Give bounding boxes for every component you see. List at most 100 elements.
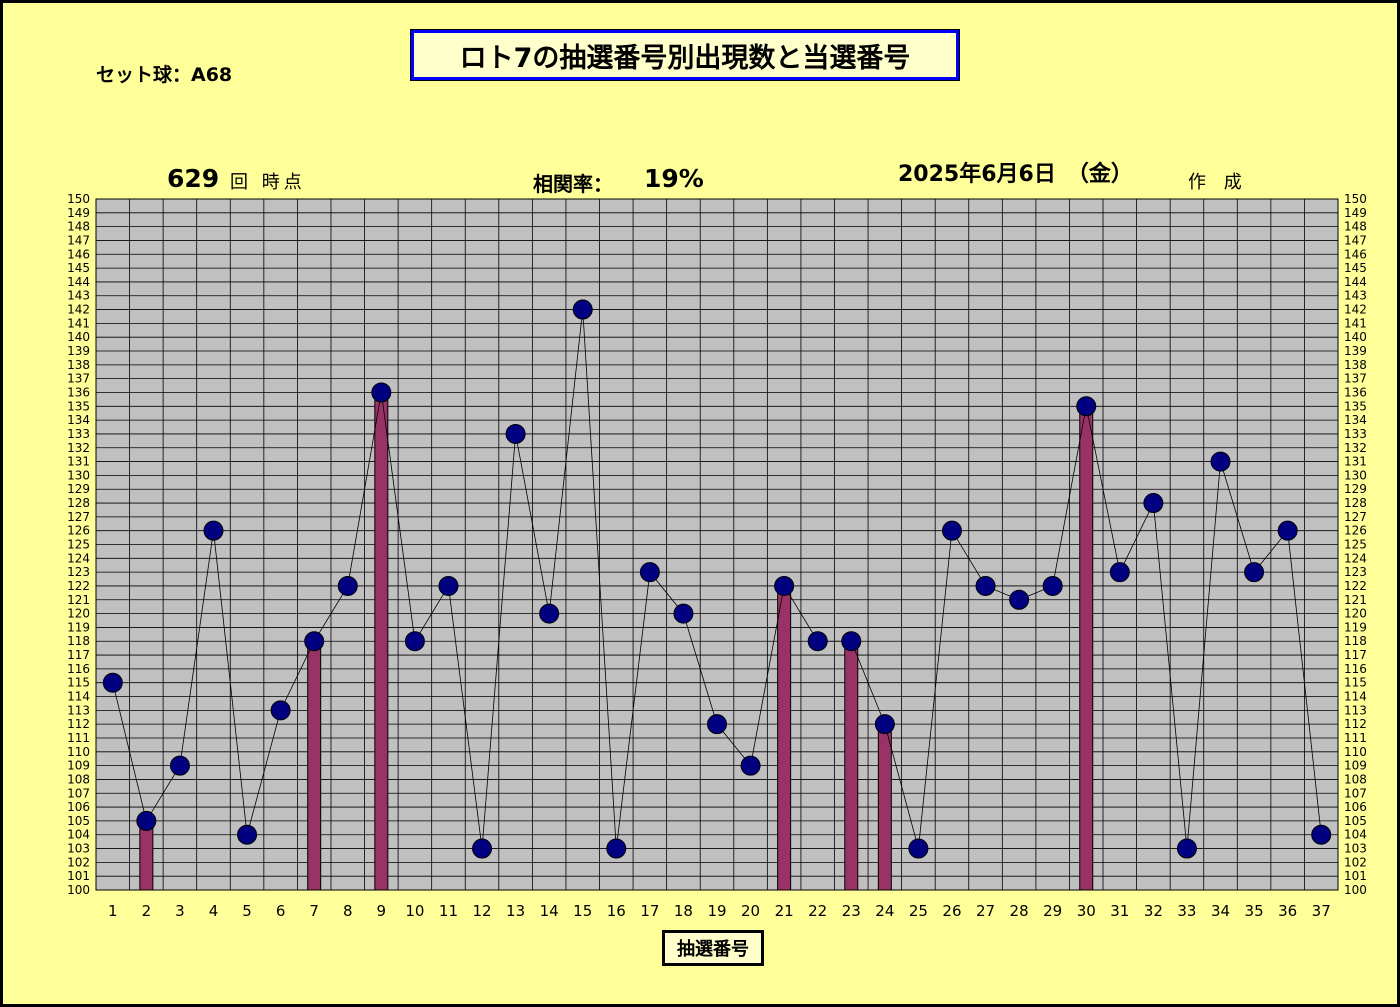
x-tick-label: 26 [942,902,961,920]
y-tick-label-right: 139 [1344,344,1367,358]
x-tick-label: 1 [108,902,118,920]
x-tick-label: 12 [472,902,491,920]
bar-winning-number [844,640,859,891]
y-tick-label-left: 138 [67,358,90,372]
y-tick-label-right: 141 [1344,316,1367,330]
data-point [1109,562,1130,583]
y-tick-label-right: 100 [1344,883,1367,897]
data-point [102,672,123,693]
y-tick-label-right: 117 [1344,648,1367,662]
y-tick-label-left: 108 [67,772,90,786]
y-tick-label-left: 148 [67,220,90,234]
y-tick-label-left: 123 [67,565,90,579]
y-tick-label-right: 126 [1344,524,1367,538]
y-tick-label-right: 107 [1344,786,1367,800]
y-tick-label-left: 116 [67,662,90,676]
y-tick-label-right: 120 [1344,607,1367,621]
data-point [1277,520,1298,541]
y-tick-label-left: 135 [67,399,90,413]
y-tick-label-left: 150 [67,192,90,206]
data-point [639,562,660,583]
x-tick-label: 24 [875,902,894,920]
data-point [975,575,996,596]
data-point [371,382,392,403]
y-tick-label-right: 134 [1344,413,1367,427]
y-tick-label-right: 122 [1344,579,1367,593]
x-tick-label: 14 [540,902,559,920]
x-tick-label: 10 [405,902,424,920]
y-tick-label-left: 124 [67,551,90,565]
y-tick-label-right: 125 [1344,538,1367,552]
y-tick-label-left: 122 [67,579,90,593]
y-tick-label-right: 118 [1344,634,1367,648]
y-tick-label-left: 119 [67,620,90,634]
bar-winning-number [1079,405,1094,891]
data-point [337,575,358,596]
y-tick-label-left: 107 [67,786,90,800]
y-tick-label-right: 138 [1344,358,1367,372]
data-point [1244,562,1265,583]
y-tick-label-right: 147 [1344,233,1367,247]
data-point [237,824,258,845]
data-point [1076,396,1097,417]
y-tick-label-left: 142 [67,303,90,317]
data-point [1176,838,1197,859]
data-point [908,838,929,859]
y-tick-label-left: 136 [67,385,90,399]
x-tick-label: 28 [1010,902,1029,920]
y-tick-label-right: 135 [1344,399,1367,413]
y-tick-label-left: 128 [67,496,90,510]
y-tick-label-left: 130 [67,468,90,482]
y-tick-label-left: 127 [67,510,90,524]
data-point [1009,589,1030,610]
data-point [404,631,425,652]
data-point [169,755,190,776]
y-tick-label-left: 131 [67,455,90,469]
y-tick-label-left: 109 [67,759,90,773]
y-tick-label-left: 102 [67,855,90,869]
y-tick-label-left: 103 [67,842,90,856]
y-tick-label-left: 101 [67,869,90,883]
x-tick-label: 34 [1211,902,1230,920]
data-point [1143,493,1164,514]
x-tick-label: 22 [808,902,827,920]
y-tick-label-left: 118 [67,634,90,648]
y-tick-label-left: 132 [67,441,90,455]
y-tick-label-left: 149 [67,206,90,220]
y-tick-label-right: 101 [1344,869,1367,883]
y-tick-label-left: 100 [67,883,90,897]
data-point [673,603,694,624]
x-tick-label: 2 [142,902,152,920]
y-tick-label-right: 103 [1344,842,1367,856]
x-tick-label: 8 [343,902,353,920]
y-tick-label-left: 134 [67,413,90,427]
y-tick-label-right: 127 [1344,510,1367,524]
y-tick-label-right: 129 [1344,482,1367,496]
x-tick-label: 15 [573,902,592,920]
data-point [270,700,291,721]
y-tick-label-left: 114 [67,690,90,704]
y-tick-label-right: 110 [1344,745,1367,759]
data-point [438,575,459,596]
y-tick-label-left: 141 [67,316,90,330]
y-tick-label-left: 126 [67,524,90,538]
y-tick-label-right: 124 [1344,551,1367,565]
y-tick-label-right: 111 [1344,731,1367,745]
y-tick-label-right: 115 [1344,676,1367,690]
chart-canvas: 100 100101 101102 102103 103104 104105 105106 1… [67,192,1367,920]
x-tick-label: 37 [1312,902,1331,920]
y-tick-label-left: 147 [67,233,90,247]
y-tick-label-left: 120 [67,607,90,621]
x-tick-label: 32 [1144,902,1163,920]
y-tick-label-right: 146 [1344,247,1367,261]
data-point [606,838,627,859]
y-tick-label-right: 114 [1344,690,1367,704]
y-tick-label-right: 143 [1344,289,1367,303]
y-tick-label-right: 142 [1344,303,1367,317]
x-tick-label: 4 [209,902,219,920]
x-tick-label: 11 [439,902,458,920]
y-tick-label-right: 150 [1344,192,1367,206]
data-point [505,423,526,444]
data-point [1210,451,1231,472]
y-tick-label-left: 105 [67,814,90,828]
